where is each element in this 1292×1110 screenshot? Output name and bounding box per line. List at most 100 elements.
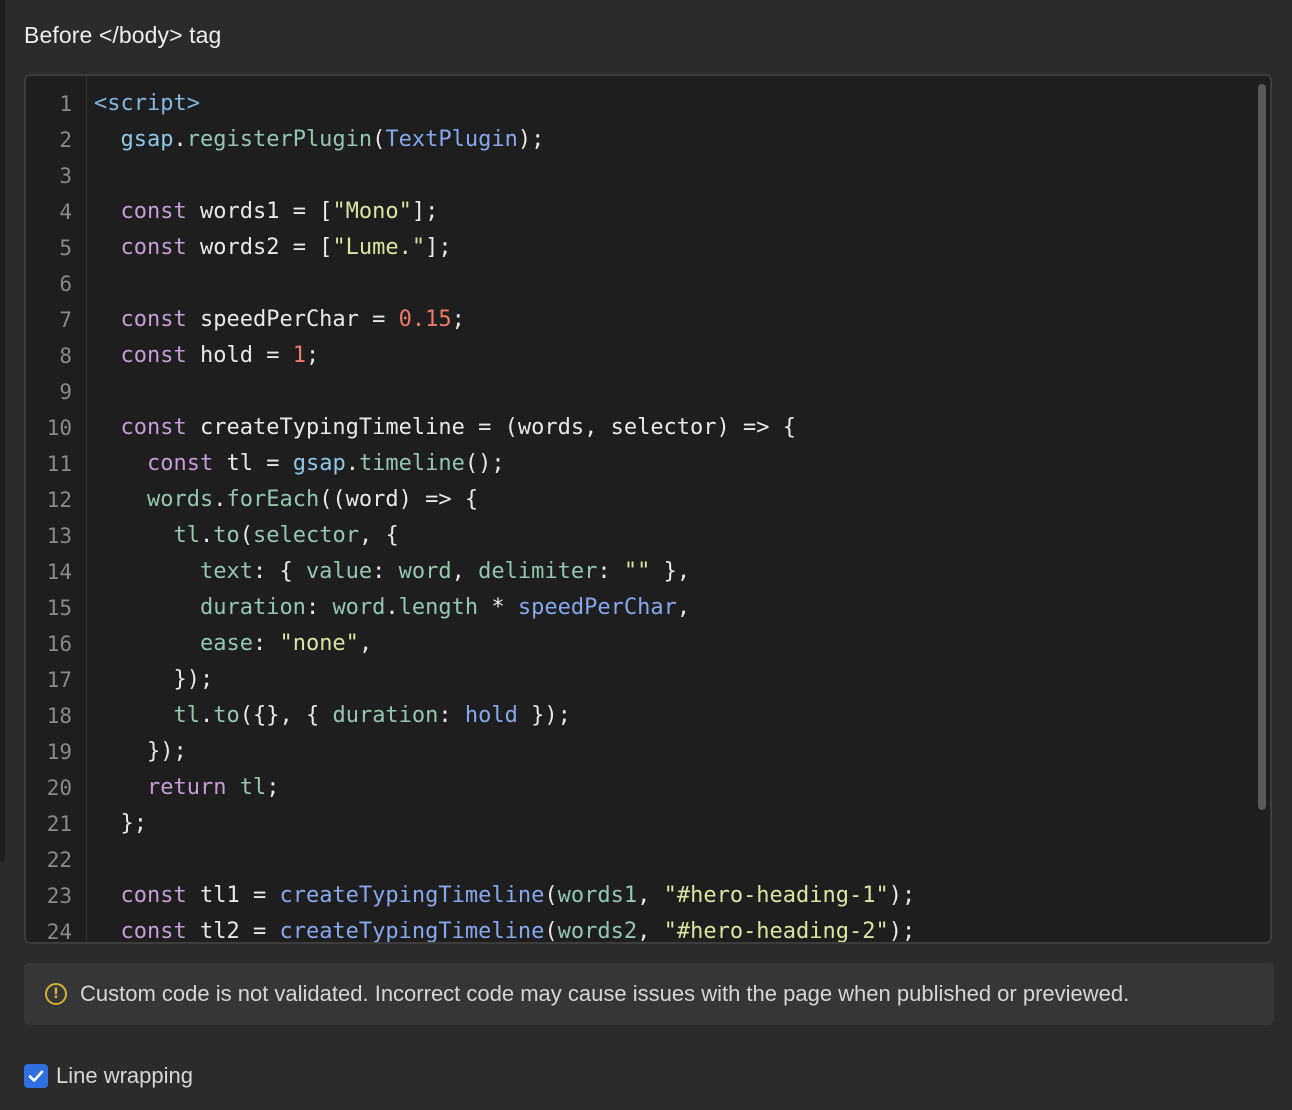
code-token: ]; — [425, 235, 452, 260]
code-token: "none" — [279, 631, 359, 656]
code-token: forEach — [226, 487, 320, 512]
code-line: const tl1 = createTypingTimeline(words1,… — [94, 878, 916, 914]
line-number: 18 — [46, 704, 72, 728]
code-token: words1 = [ — [186, 199, 333, 224]
code-token: words — [146, 487, 214, 512]
line-number: 23 — [46, 884, 72, 908]
line-number: 10 — [46, 416, 72, 440]
code-token: ; — [266, 775, 280, 800]
code-line: const tl = gsap.timeline(); — [94, 446, 505, 482]
code-token: 0.15 — [398, 307, 452, 332]
line-number: 7 — [59, 308, 72, 332]
code-token: speedPerChar = — [186, 307, 399, 332]
line-number: 19 — [46, 740, 72, 764]
code-line: }; — [94, 806, 147, 842]
code-token: ); — [888, 919, 916, 944]
code-token: const — [120, 307, 187, 332]
code-token: . — [199, 703, 214, 728]
code-token: . — [345, 451, 359, 476]
code-token: createTypingTimeline — [279, 883, 545, 908]
code-token: , — [358, 631, 373, 656]
editor-scrollbar[interactable] — [1258, 84, 1266, 810]
code-token: ease — [199, 631, 253, 656]
code-token: tl2 = — [186, 919, 280, 944]
line-number: 6 — [59, 272, 72, 296]
code-line: duration: word.length * speedPerChar, — [94, 590, 690, 626]
code-token: "Lume." — [332, 235, 426, 260]
code-token: const — [120, 919, 187, 944]
code-token: : — [597, 559, 624, 584]
code-token: tl — [173, 523, 200, 548]
line-number: 5 — [59, 236, 72, 260]
code-token: , — [637, 919, 664, 944]
code-token: . — [173, 127, 187, 152]
code-token: }; — [94, 811, 147, 836]
line-number: 22 — [46, 848, 72, 872]
code-token: . — [213, 487, 227, 512]
line-number: 20 — [46, 776, 72, 800]
code-token: : — [305, 595, 333, 620]
code-token: word — [332, 595, 386, 620]
code-line: words.forEach((word) => { — [94, 482, 478, 518]
code-token: selector — [252, 523, 359, 548]
code-token: : { — [252, 559, 306, 584]
code-token: <script> — [94, 91, 200, 116]
code-token: ( — [544, 919, 558, 944]
code-token: const — [120, 883, 187, 908]
code-token: words2 — [557, 919, 638, 944]
code-token: hold = — [186, 343, 293, 368]
code-line: const words1 = ["Mono"]; — [94, 194, 439, 230]
code-token: delimiter — [478, 559, 598, 584]
code-token: createTypingTimeline = (words, selector)… — [186, 415, 797, 440]
code-line: const words2 = ["Lume."]; — [94, 230, 452, 266]
code-line: tl.to({}, { duration: hold }); — [94, 698, 570, 734]
notice-text: Custom code is not validated. Incorrect … — [80, 981, 1130, 1006]
line-number: 1 — [59, 92, 72, 116]
code-token: timeline — [358, 451, 465, 476]
line-number: 11 — [46, 452, 72, 476]
line-number-gutter: 1 2 3 4 5 6 7 8 9 10 11 12 13 14 15 16 17 18 19 20 21 22 23 24 — [26, 76, 87, 942]
code-token: text — [199, 559, 253, 584]
code-token: to — [213, 703, 240, 728]
line-number: 13 — [46, 524, 72, 548]
code-line: }); — [94, 662, 213, 698]
code-token: duration — [199, 595, 306, 620]
line-wrapping-option[interactable]: Line wrapping — [24, 1062, 193, 1090]
code-token: ( — [372, 127, 386, 152]
code-token: const — [120, 199, 187, 224]
code-line: const createTypingTimeline = (words, sel… — [94, 410, 797, 446]
code-token: const — [120, 235, 187, 260]
code-token: "Mono" — [332, 199, 412, 224]
validation-notice: ! Custom code is not validated. Incorrec… — [24, 963, 1274, 1025]
code-token: . — [199, 523, 214, 548]
line-number: 17 — [46, 668, 72, 692]
code-editor[interactable]: 1 2 3 4 5 6 7 8 9 10 11 12 13 14 15 16 17 18 19 20 21 22 23 24 … — [24, 74, 1272, 944]
code-line: ease: "none", — [94, 626, 372, 662]
code-token: }); — [94, 739, 187, 764]
code-content[interactable]: <script> gsap.registerPlugin(TextPlugin)… — [94, 76, 1252, 942]
code-token: tl1 = — [186, 883, 280, 908]
line-number: 16 — [46, 632, 72, 656]
code-token: gsap — [292, 451, 346, 476]
code-token: "" — [623, 559, 651, 584]
line-number: 21 — [46, 812, 72, 836]
line-wrapping-checkbox[interactable] — [24, 1064, 48, 1088]
code-token: : — [438, 703, 465, 728]
code-token: value — [305, 559, 373, 584]
code-token: return — [146, 775, 227, 800]
code-token: , — [637, 883, 664, 908]
panel-left-edge — [0, 0, 5, 862]
code-token: ; — [451, 307, 465, 332]
code-token: . — [385, 595, 399, 620]
code-token: ; — [305, 343, 320, 368]
code-line: tl.to(selector, { — [94, 518, 398, 554]
